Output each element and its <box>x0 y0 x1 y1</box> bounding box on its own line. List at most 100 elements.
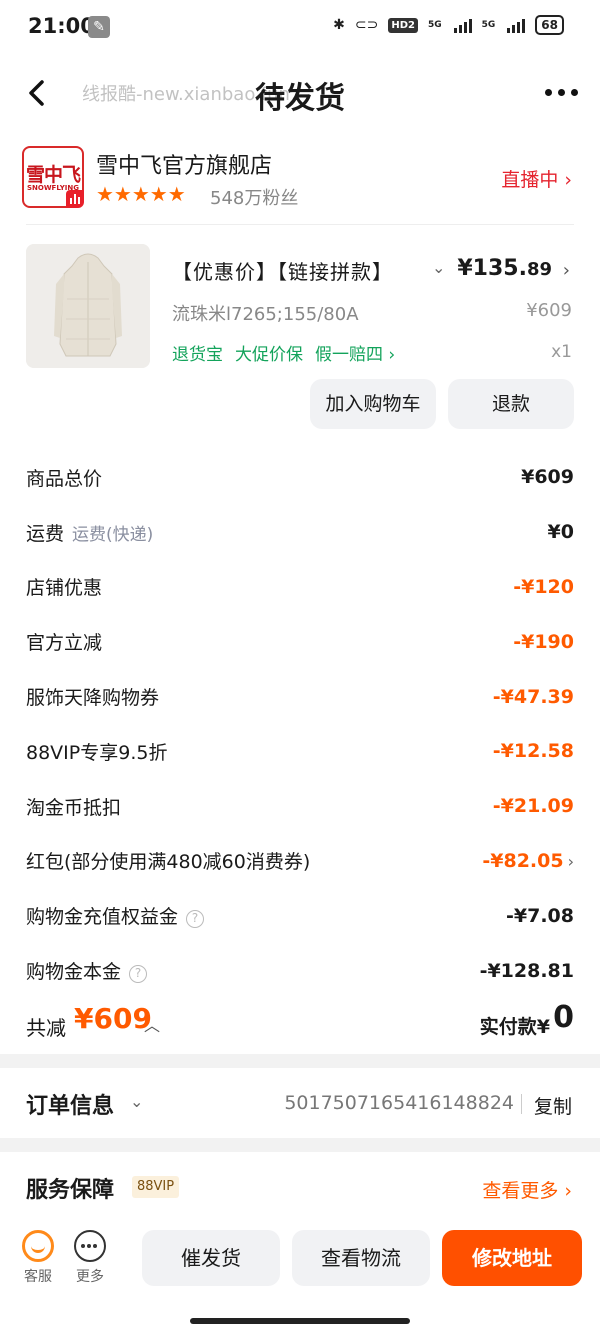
nav-bar: 线报酷-new.xianbao.fun 待发货 <box>0 56 600 132</box>
product-tags[interactable]: 退货宝 大促价保 假一赔四 › <box>172 340 395 365</box>
total-discount-label: 共减 <box>26 1016 66 1040</box>
help-icon[interactable]: ? <box>186 909 205 928</box>
fee-label: 运费 <box>26 522 65 545</box>
price-decimal: 89 <box>526 259 552 280</box>
fee-label: 红包(部分使用满480减60消费券) <box>26 851 311 874</box>
fee-value: ¥0 <box>547 521 574 544</box>
wrench-icon: ✎ <box>88 16 110 38</box>
signal-icon-1 <box>453 17 472 33</box>
product-qty: x1 <box>551 342 572 362</box>
divider <box>26 224 574 225</box>
more-label: 更多 <box>76 1269 104 1285</box>
fee-value: -¥120 <box>513 575 574 598</box>
product-title[interactable]: 【优惠价】【链接拼款】 <box>172 256 393 285</box>
shop-logo-text: 雪中飞 <box>25 164 81 186</box>
divider <box>521 1094 522 1114</box>
home-indicator[interactable] <box>190 1318 410 1324</box>
tag-fake-compensation: 假一赔四 › <box>315 345 396 365</box>
coat-image-icon <box>26 244 150 368</box>
add-to-cart-button[interactable]: 加入购物车 <box>310 379 436 429</box>
page-title: 待发货 <box>255 81 345 116</box>
battery-icon: 68 <box>535 15 564 35</box>
total-discount-amount[interactable]: ¥609 <box>74 1002 152 1035</box>
link-icon: ⊂⊃ <box>354 17 379 33</box>
hd-badge: HD2 <box>388 17 418 33</box>
rating-stars-icon: ★★★★★ <box>96 182 186 206</box>
fee-value: -¥82.05 <box>482 849 564 872</box>
order-info-card: 订单信息 ⌄ 5017507165416148824 复制 <box>0 1068 600 1138</box>
chevron-right-icon: › <box>567 851 574 871</box>
fee-label: 服饰天降购物券 <box>26 687 160 710</box>
product-price: ¥135.89 <box>457 256 552 281</box>
chevron-up-icon[interactable]: ︿ <box>144 1012 160 1036</box>
urge-shipping-button[interactable]: 催发货 <box>142 1230 280 1286</box>
fee-label: 店铺优惠 <box>26 577 103 600</box>
live-bars-icon <box>66 190 84 208</box>
customer-service-icon <box>22 1230 54 1262</box>
fee-label: 购物金本金 <box>26 961 122 984</box>
chevron-down-icon[interactable]: ⌄ <box>432 258 445 277</box>
fee-value: ¥609 <box>521 466 574 489</box>
fee-value: -¥12.58 <box>492 740 574 763</box>
product-image[interactable] <box>26 244 150 368</box>
shop-name[interactable]: 雪中飞官方旗舰店 <box>96 148 272 180</box>
order-number: 5017507165416148824 <box>284 1092 514 1114</box>
status-bar: 21:00 ✎ ✱ ⊂⊃ HD2 5G 5G 68 <box>0 0 600 56</box>
fee-list: 商品总价 ¥609 运费 运费(快递) ¥0 店铺优惠 -¥120 官方立减 -¥… <box>26 450 574 998</box>
fee-row-88vip: 88VIP专享9.5折 -¥12.58 <box>26 724 574 779</box>
view-logistics-button[interactable]: 查看物流 <box>292 1230 430 1286</box>
help-icon[interactable]: ? <box>129 964 148 983</box>
tag-return-insurance: 退货宝 <box>172 345 223 365</box>
live-link[interactable]: 直播中 › <box>501 165 572 192</box>
bottom-action-bar: 客服 更多 催发货 查看物流 修改地址 <box>0 1218 600 1333</box>
customer-service-label: 客服 <box>24 1269 52 1285</box>
fee-label: 官方立减 <box>26 632 103 655</box>
status-time: 21:00 <box>28 14 95 38</box>
service-title: 服务保障 <box>26 1178 115 1203</box>
fee-label: 88VIP专享9.5折 <box>26 741 168 764</box>
fee-row-shopping-gold-bonus: 购物金充值权益金? -¥7.08 <box>26 888 574 943</box>
fee-value: -¥47.39 <box>492 685 574 708</box>
shop-logo[interactable]: 雪中飞 SNOWFLYING <box>22 146 84 208</box>
fee-label: 商品总价 <box>26 467 103 490</box>
customer-service-button[interactable]: 客服 <box>18 1230 58 1286</box>
bluetooth-icon: ✱ <box>333 17 345 33</box>
total-row: 共减 ¥609 ︿ 实付款¥ 0 <box>26 998 574 1048</box>
refund-button[interactable]: 退款 <box>448 379 574 429</box>
fee-value: -¥21.09 <box>492 795 574 818</box>
fee-label: 淘金币抵扣 <box>26 796 122 819</box>
network-label-2: 5G <box>481 20 496 30</box>
fee-label: 购物金充值权益金 <box>26 906 179 929</box>
fee-row-shipping: 运费 运费(快递) ¥0 <box>26 505 574 560</box>
original-price: ¥609 <box>526 300 572 321</box>
status-icons: ✱ ⊂⊃ HD2 5G 5G 68 <box>333 15 564 35</box>
product-spec: 流珠米l7265;155/80A <box>172 304 359 325</box>
fee-row-shop-discount: 店铺优惠 -¥120 <box>26 560 574 615</box>
chevron-right-icon[interactable]: › <box>563 260 570 281</box>
modify-address-button[interactable]: 修改地址 <box>442 1230 582 1286</box>
view-more-link[interactable]: 查看更多 › <box>482 1176 572 1203</box>
more-dots-icon <box>74 1230 106 1262</box>
more-menu-icon[interactable] <box>545 89 578 96</box>
fee-row-redpacket[interactable]: 红包(部分使用满480减60消费券) -¥82.05 › <box>26 834 574 889</box>
fee-row-total: 商品总价 ¥609 <box>26 450 574 505</box>
chevron-down-icon[interactable]: ⌄ <box>130 1092 143 1111</box>
fee-row-official-discount: 官方立减 -¥190 <box>26 614 574 669</box>
fee-row-apparel-coupon: 服饰天降购物券 -¥47.39 <box>26 669 574 724</box>
service-card: 服务保障 88VIP 查看更多 › <box>0 1152 600 1218</box>
more-button[interactable]: 更多 <box>70 1230 110 1286</box>
copy-button[interactable]: 复制 <box>534 1092 572 1119</box>
price-integer: ¥135. <box>457 256 527 281</box>
actual-pay-amount: 0 <box>553 1000 574 1035</box>
network-label-1: 5G <box>427 20 442 30</box>
fee-value: -¥190 <box>513 630 574 653</box>
order-info-title[interactable]: 订单信息 <box>26 1088 114 1120</box>
fee-sublabel: 运费(快递) <box>72 524 154 545</box>
tag-price-protect: 大促价保 <box>235 345 303 365</box>
fee-row-coins: 淘金币抵扣 -¥21.09 <box>26 779 574 834</box>
shop-fans: 548万粉丝 <box>210 188 299 209</box>
fee-value: -¥128.81 <box>479 959 574 982</box>
signal-icon-2 <box>507 17 526 33</box>
fee-value: -¥7.08 <box>506 904 574 927</box>
fee-row-shopping-gold-principal: 购物金本金? -¥128.81 <box>26 943 574 998</box>
